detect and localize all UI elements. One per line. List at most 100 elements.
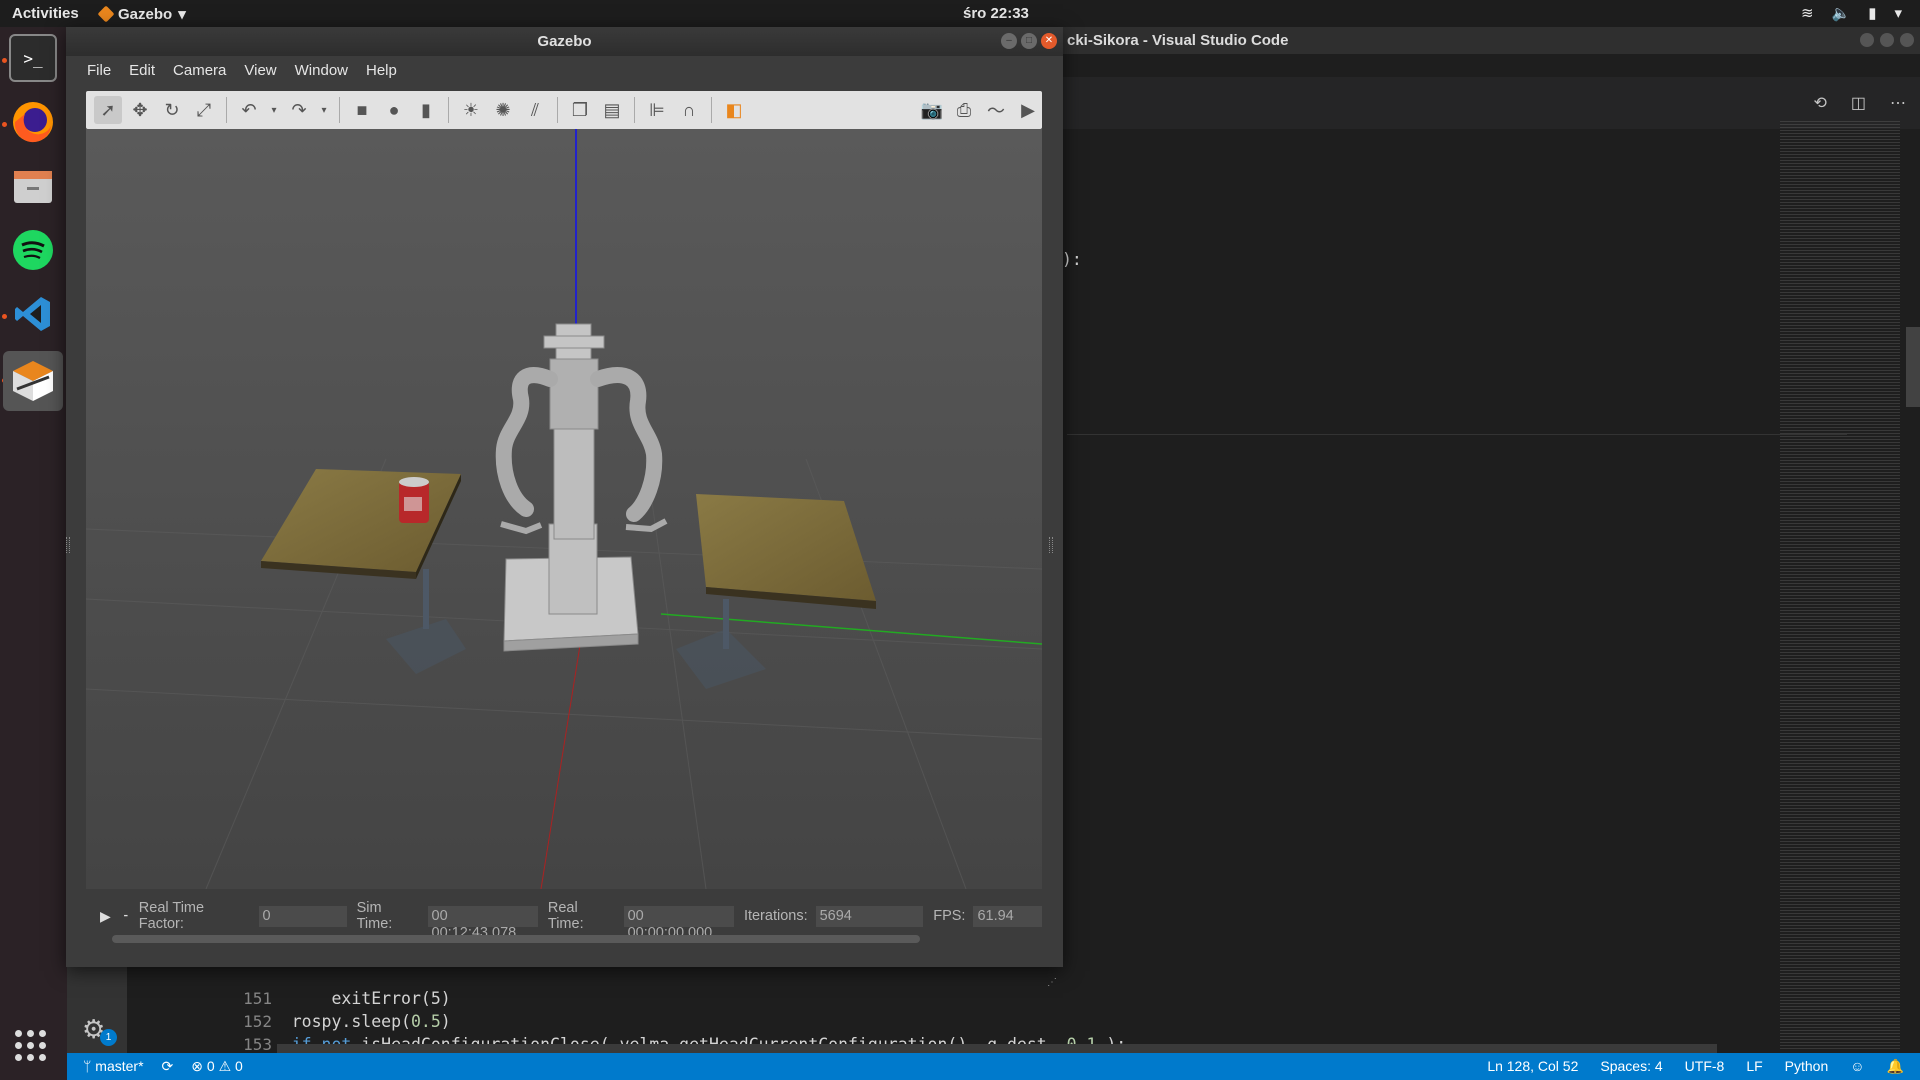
more-actions-icon[interactable]: ⋯ — [1890, 93, 1906, 113]
gazebo-toolbar: ➚ ✥ ↻ ⤢ ↶ ▾ ↷ ▾ ■ ● ▮ ☀ ✺ ⫽ ❐ ▤ ⊫ ∩ ◧ 📷 … — [86, 91, 1042, 129]
undo-icon[interactable]: ↶ — [235, 96, 263, 124]
cursor-position[interactable]: Ln 128, Col 52 — [1487, 1058, 1578, 1075]
step-icon[interactable]: ⁃ — [123, 909, 129, 923]
gazebo-menubar: File Edit Camera View Window Help — [66, 56, 1063, 86]
app-menu[interactable]: Gazebo ▾ — [97, 5, 186, 23]
show-applications-button[interactable] — [15, 1030, 46, 1061]
snap-icon[interactable]: ∩ — [675, 96, 703, 124]
undo-history-icon[interactable]: ▾ — [267, 96, 281, 124]
encoding[interactable]: UTF-8 — [1685, 1058, 1725, 1075]
gazebo-titlebar[interactable]: Gazebo – □ ✕ — [66, 27, 1063, 56]
menu-file[interactable]: File — [78, 56, 120, 86]
terminal-icon: >_ — [23, 48, 43, 68]
running-indicator — [2, 314, 7, 319]
select-mode-icon[interactable]: ➚ — [94, 96, 122, 124]
code-line: exitError(5) — [252, 987, 1126, 1010]
menu-edit[interactable]: Edit — [120, 56, 164, 86]
vscode-launcher[interactable] — [9, 290, 57, 338]
branch-label: master* — [95, 1058, 144, 1074]
gazebo-stats-bar: ▶ ⁃ Real Time Factor: 0 Sim Time: 00 00:… — [86, 889, 1042, 955]
firefox-launcher[interactable] — [9, 98, 57, 146]
point-light-icon[interactable]: ☀ — [457, 96, 485, 124]
chevron-down-icon: ▾ — [178, 6, 186, 23]
chevron-down-icon[interactable]: ▾ — [1894, 4, 1902, 22]
video-record-icon[interactable]: ▶ — [1014, 96, 1042, 124]
git-branch[interactable]: ᛘ master* — [83, 1058, 144, 1075]
activities-button[interactable]: Activities — [12, 5, 79, 22]
maximize-button[interactable] — [1880, 33, 1894, 47]
clock[interactable]: śro 22:33 — [963, 5, 1029, 22]
maximize-button[interactable]: □ — [1021, 33, 1037, 49]
spotify-launcher[interactable] — [9, 226, 57, 274]
iterations-value: 5694 — [815, 905, 924, 927]
right-resize-handle[interactable] — [1049, 537, 1053, 553]
view-angle-icon[interactable]: ◧ — [720, 96, 748, 124]
close-button[interactable] — [1900, 33, 1914, 47]
redo-history-icon[interactable]: ▾ — [317, 96, 331, 124]
wifi-icon[interactable]: ≋ — [1801, 4, 1814, 22]
box-shape-icon[interactable]: ■ — [348, 96, 376, 124]
toolbar-separator — [557, 97, 558, 123]
sphere-shape-icon[interactable]: ● — [380, 96, 408, 124]
toolbar-separator — [634, 97, 635, 123]
volume-icon[interactable]: 🔈 — [1832, 4, 1851, 22]
scene-render — [86, 129, 1042, 889]
scale-mode-icon[interactable]: ⤢ — [190, 96, 218, 124]
code-line: rospy.sleep(0.5) — [252, 1010, 1126, 1033]
code-token: ) — [440, 1012, 451, 1031]
end-of-line[interactable]: LF — [1746, 1058, 1762, 1075]
resize-grip-icon[interactable]: ⋰ — [1047, 977, 1057, 988]
rotate-mode-icon[interactable]: ↻ — [158, 96, 186, 124]
play-icon[interactable]: ▶ — [100, 908, 111, 925]
sim-time-value: 00 00:12:43.078 — [427, 905, 538, 941]
vscode-icon — [15, 297, 50, 331]
close-button[interactable]: ✕ — [1041, 33, 1057, 49]
stats-scrollbar[interactable] — [112, 935, 920, 943]
spot-light-icon[interactable]: ✺ — [489, 96, 517, 124]
align-icon[interactable]: ⊫ — [643, 96, 671, 124]
plot-icon[interactable]: 〜 — [982, 96, 1010, 124]
sync-icon[interactable]: ⟳ — [162, 1058, 174, 1075]
bell-icon[interactable]: 🔔 — [1887, 1058, 1904, 1075]
running-indicator — [2, 58, 7, 63]
language-mode[interactable]: Python — [1785, 1058, 1829, 1075]
directional-light-icon[interactable]: ⫽ — [521, 96, 549, 124]
paste-icon[interactable]: ▤ — [598, 96, 626, 124]
menu-view[interactable]: View — [235, 56, 285, 86]
editor-scrollbar[interactable] — [1906, 327, 1920, 407]
terminal-launcher[interactable]: >_ — [9, 34, 57, 82]
screenshot-icon[interactable]: 📷 — [918, 96, 946, 124]
real-time-value: 00 00:00:00.000 — [623, 905, 734, 941]
firefox-icon — [13, 102, 53, 143]
minimize-button[interactable] — [1860, 33, 1874, 47]
gazebo-window-controls: – □ ✕ — [1001, 33, 1057, 49]
line-number: 151 — [243, 989, 272, 1008]
cylinder-shape-icon[interactable]: ▮ — [412, 96, 440, 124]
gazebo-launcher[interactable] — [3, 351, 63, 411]
status-bar: ᛘ master* ⟳ ⊗ 0 ⚠ 0 Ln 128, Col 52 Space… — [67, 1053, 1920, 1080]
indentation[interactable]: Spaces: 4 — [1600, 1058, 1662, 1075]
spotify-icon — [13, 230, 53, 270]
menu-window[interactable]: Window — [286, 56, 357, 86]
warning-icon: ⚠ — [218, 1058, 236, 1074]
copy-icon[interactable]: ❐ — [566, 96, 594, 124]
minimap[interactable] — [1780, 121, 1900, 1051]
rtf-label: Real Time Factor: — [138, 900, 205, 932]
problems-indicator[interactable]: ⊗ 0 ⚠ 0 — [191, 1058, 243, 1075]
left-resize-handle[interactable] — [66, 537, 70, 553]
split-editor-icon[interactable]: ◫ — [1851, 93, 1866, 113]
minimize-button[interactable]: – — [1001, 33, 1017, 49]
files-launcher[interactable] — [9, 162, 57, 210]
files-icon — [14, 171, 52, 203]
toolbar-separator — [448, 97, 449, 123]
system-tray[interactable]: ≋ 🔈 ▮ ▾ — [1801, 4, 1902, 22]
open-changes-icon[interactable]: ⟲ — [1813, 93, 1826, 113]
3d-viewport[interactable] — [86, 129, 1042, 889]
log-icon[interactable]: ⎙ — [950, 96, 978, 124]
redo-icon[interactable]: ↷ — [285, 96, 313, 124]
menu-camera[interactable]: Camera — [164, 56, 235, 86]
feedback-icon[interactable]: ☺ — [1850, 1058, 1864, 1075]
translate-mode-icon[interactable]: ✥ — [126, 96, 154, 124]
menu-help[interactable]: Help — [357, 56, 406, 86]
battery-icon[interactable]: ▮ — [1868, 4, 1876, 22]
